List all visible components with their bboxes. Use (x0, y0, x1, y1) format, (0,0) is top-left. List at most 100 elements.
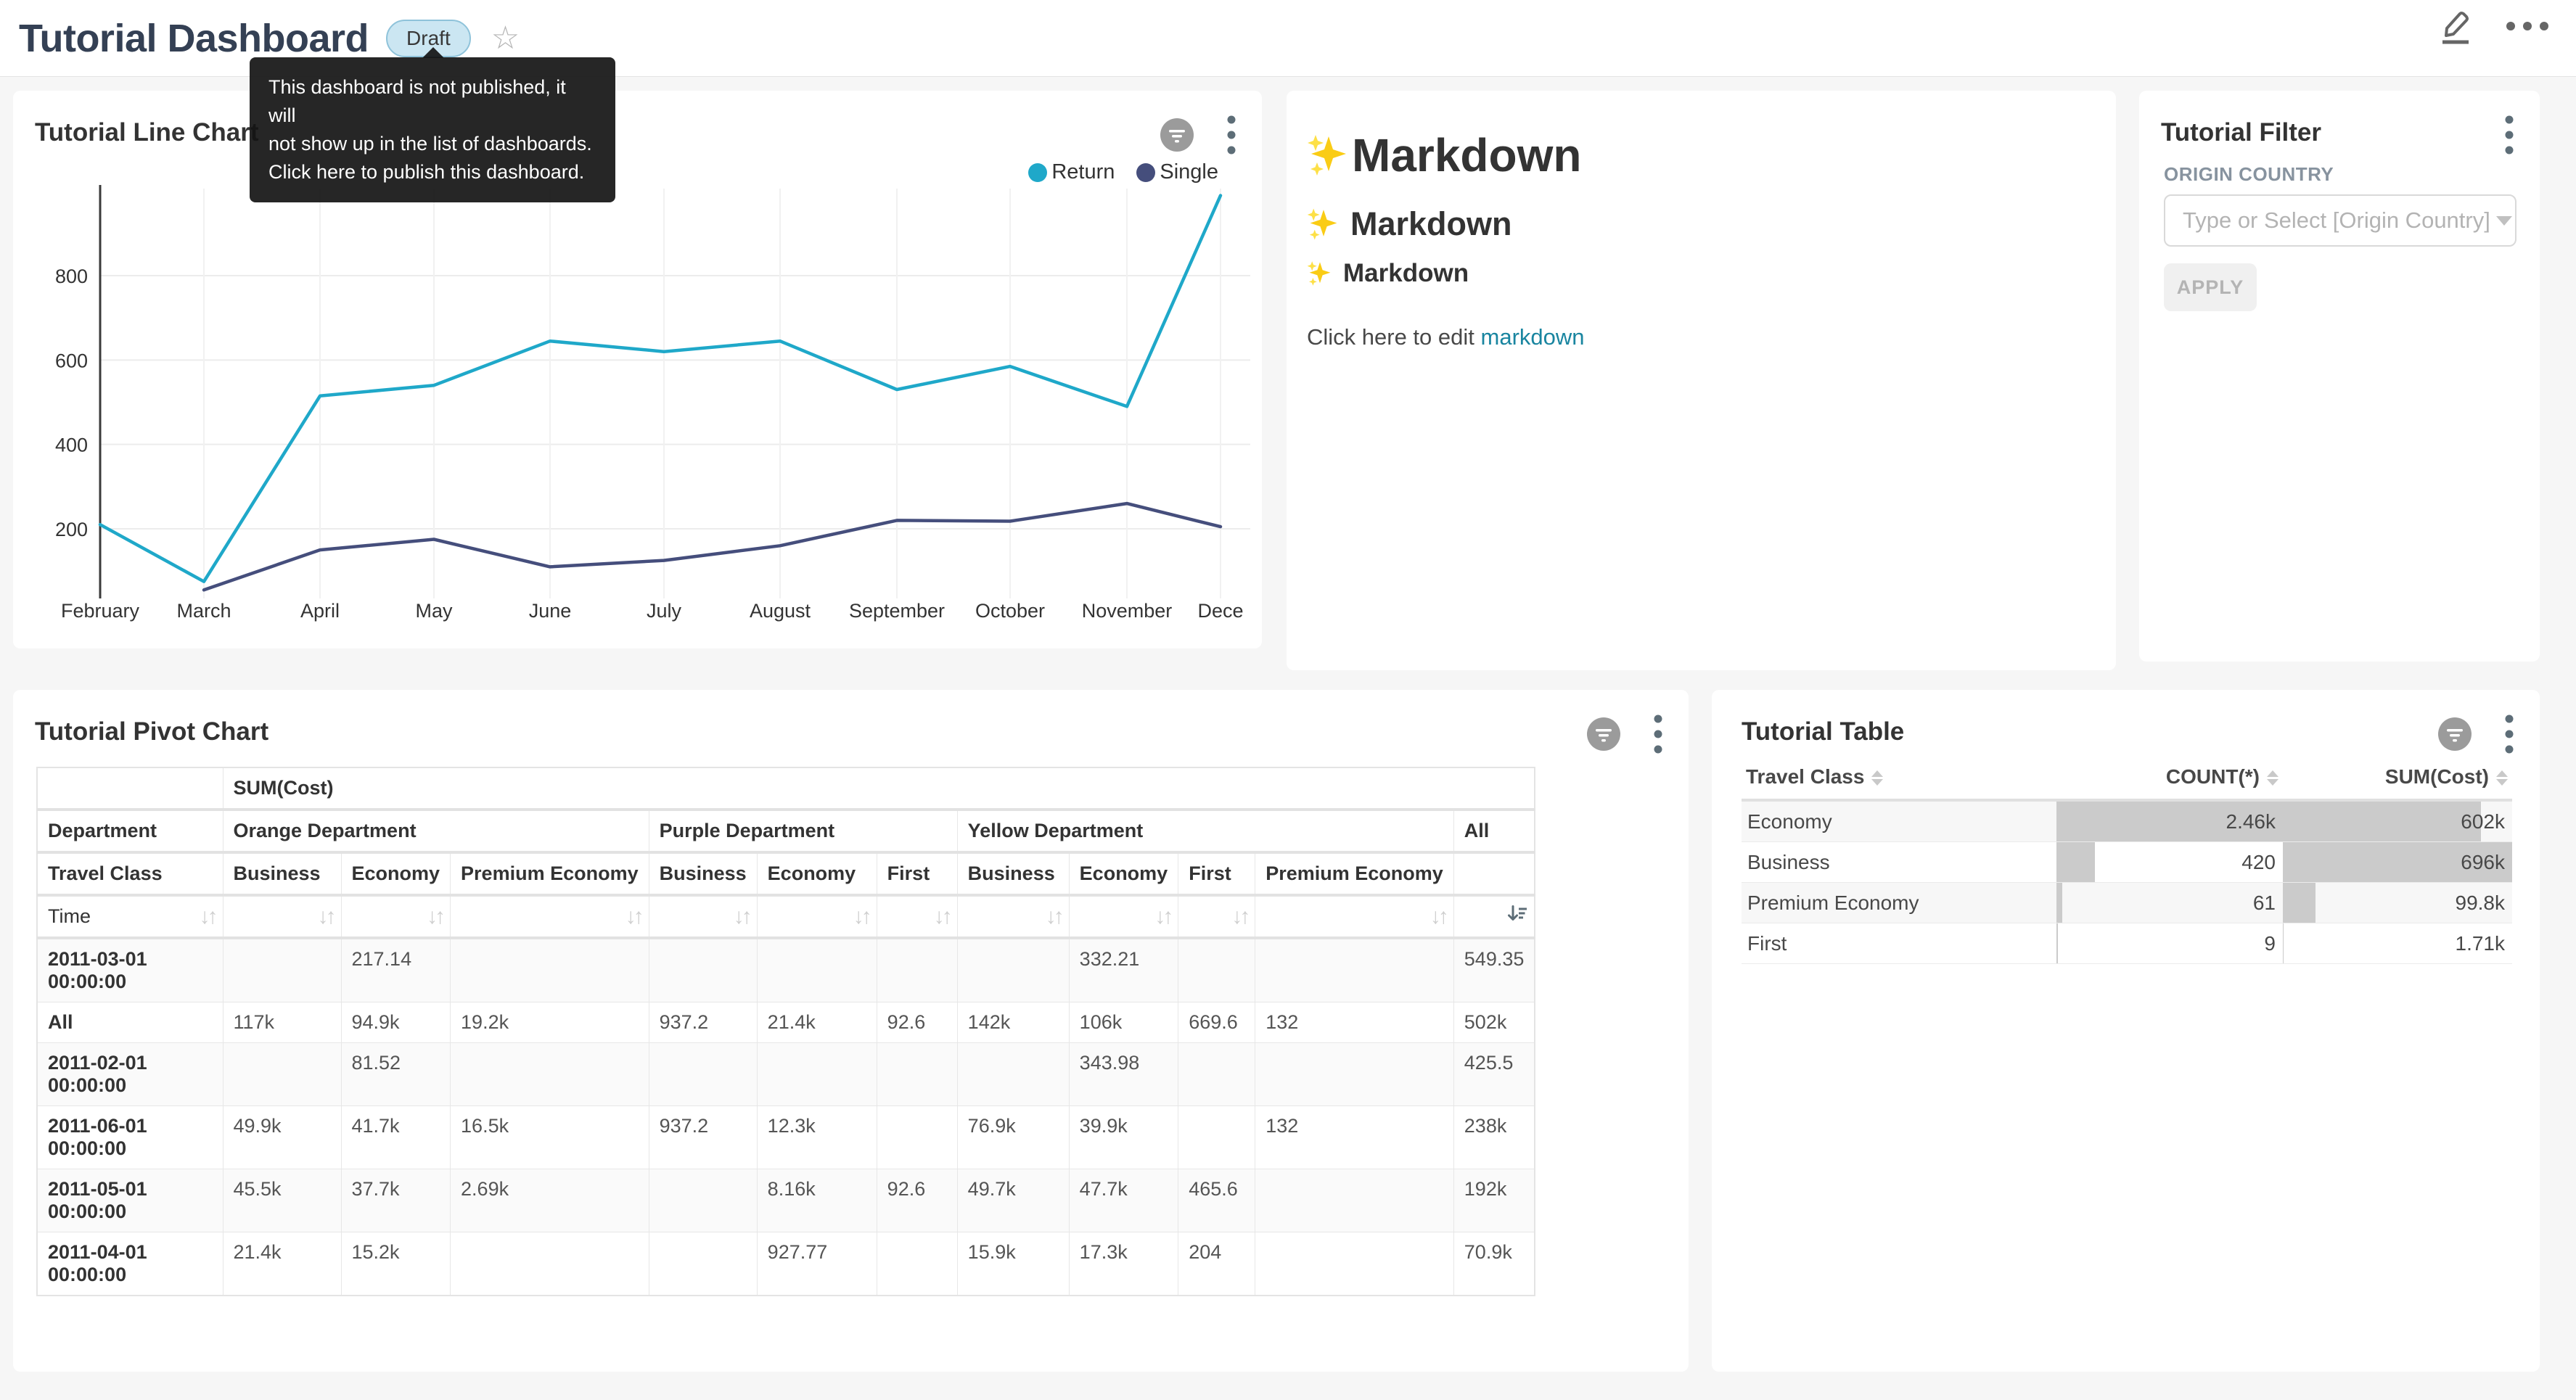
travel-class-cell: Economy (1742, 800, 2056, 842)
sort-active-icon[interactable] (1506, 903, 1528, 930)
pivot-cell: 47.7k (1069, 1169, 1178, 1232)
favorite-star-icon[interactable]: ☆ (491, 22, 520, 54)
sort-toggle-icon[interactable]: ↓↑ (1046, 905, 1062, 929)
pivot-cell: 117k (223, 1002, 341, 1043)
sort-toggle-icon[interactable]: ↓↑ (427, 905, 443, 929)
pivot-cell (649, 1169, 757, 1232)
pivot-cell: 45.5k (223, 1169, 341, 1232)
svg-text:July: July (647, 600, 682, 622)
sort-toggle-icon[interactable]: ↓↑ (1154, 905, 1170, 929)
pivot-group-header: Orange Department (223, 810, 649, 852)
pivot-cell (757, 938, 877, 1002)
origin-country-select[interactable]: Type or Select [Origin Country] (2164, 194, 2516, 247)
pivot-cell: 106k (1069, 1002, 1178, 1043)
pivot-cell: 49.7k (957, 1169, 1069, 1232)
pivot-class-header: First (877, 852, 957, 895)
pivot-class-header: Premium Economy (1255, 852, 1454, 895)
line-chart[interactable]: 200400600800FebruaryMarchAprilMayJuneJul… (13, 91, 1262, 648)
pivot-cell (877, 1106, 957, 1169)
kebab-menu-icon[interactable] (2505, 115, 2514, 155)
sort-toggle-icon[interactable]: ↓↑ (318, 905, 334, 929)
pivot-row-dim-label: Department (37, 810, 223, 852)
pivot-time-header: Time↓↑ (37, 895, 223, 938)
pivot-row: 2011-04-0100:00:00 21.4k15.2k927.7715.9k… (37, 1232, 1535, 1296)
col-header-travel-class[interactable]: Travel Class (1742, 755, 2056, 800)
pivot-cell (1255, 1043, 1454, 1106)
markdown-h3: Markdown (1307, 259, 1469, 288)
pivot-class-header: First (1178, 852, 1255, 895)
pivot-sort-cell: ↓↑ (757, 895, 877, 938)
kebab-menu-icon[interactable] (1654, 715, 1662, 754)
pivot-cell: 937.2 (649, 1002, 757, 1043)
sort-toggle-icon[interactable]: ↓↑ (625, 905, 641, 929)
travel-class-cell: Business (1742, 842, 2056, 883)
pivot-row-label: 2011-05-0100:00:00 (37, 1169, 223, 1232)
filter-indicator-icon[interactable] (2438, 717, 2472, 751)
sort-toggle-icon[interactable]: ↓↑ (1430, 905, 1446, 929)
table-row[interactable]: Business 420 696k (1742, 842, 2512, 883)
sum-cost-cell: 1.71k (2283, 923, 2512, 964)
sort-toggle-icon[interactable]: ↓↑ (200, 905, 216, 929)
pivot-cell (223, 938, 341, 1002)
pivot-cell (451, 938, 649, 1002)
sparkles-icon (1307, 207, 1340, 241)
svg-text:May: May (415, 600, 453, 622)
pivot-cell: 2.69k (451, 1169, 649, 1232)
markdown-edit-link[interactable]: markdown (1481, 324, 1585, 350)
panel-tutorial-table: Tutorial Table Travel Class COUNT(*) SUM… (1712, 690, 2540, 1372)
pivot-cell (1178, 1106, 1255, 1169)
table-row[interactable]: First 9 1.71k (1742, 923, 2512, 964)
col-header-count[interactable]: COUNT(*) (2056, 755, 2283, 800)
pivot-row: 2011-03-0100:00:00 217.14332.21549.35 (37, 938, 1535, 1002)
chevron-down-icon (2496, 216, 2512, 226)
pivot-class-header: Economy (757, 852, 877, 895)
pivot-cell: 49.9k (223, 1106, 341, 1169)
pivot-class-header (1453, 852, 1535, 895)
pivot-measure-header: SUM(Cost) (223, 767, 1535, 810)
pivot-sort-cell: ↓↑ (1255, 895, 1454, 938)
pivot-cell: 92.6 (877, 1169, 957, 1232)
pivot-cell: 94.9k (341, 1002, 451, 1043)
edit-dashboard-icon[interactable] (2437, 7, 2473, 46)
pivot-sort-cell: ↓↑ (341, 895, 451, 938)
table-row[interactable]: Economy 2.46k 602k (1742, 800, 2512, 842)
sum-cost-cell: 602k (2283, 800, 2512, 842)
pivot-cell: 132 (1255, 1106, 1454, 1169)
pivot-cell (451, 1232, 649, 1296)
pivot-cell: 21.4k (223, 1232, 341, 1296)
sort-toggle-icon[interactable]: ↓↑ (853, 905, 869, 929)
pivot-row-label: 2011-03-0100:00:00 (37, 938, 223, 1002)
pivot-cell (1178, 1043, 1255, 1106)
pivot-cell: 937.2 (649, 1106, 757, 1169)
pivot-group-header: All (1453, 810, 1535, 852)
apply-button[interactable]: APPLY (2164, 263, 2257, 311)
pivot-cell: 37.7k (341, 1169, 451, 1232)
pivot-chart-title: Tutorial Pivot Chart (35, 717, 268, 746)
more-menu-icon[interactable] (2505, 20, 2550, 32)
kebab-menu-icon[interactable] (2505, 715, 2514, 754)
pivot-cell: 8.16k (757, 1169, 877, 1232)
pivot-cell: 549.35 (1453, 938, 1535, 1002)
svg-text:800: 800 (55, 265, 88, 287)
pivot-cell: 12.3k (757, 1106, 877, 1169)
pivot-cell (877, 1232, 957, 1296)
pivot-sort-cell: ↓↑ (223, 895, 341, 938)
pivot-cell (1255, 1232, 1454, 1296)
filter-indicator-icon[interactable] (1587, 717, 1620, 751)
pivot-cell: 70.9k (1453, 1232, 1535, 1296)
pivot-class-header: Business (223, 852, 341, 895)
filter-panel-title: Tutorial Filter (2161, 118, 2321, 147)
pivot-cell: 425.5 (1453, 1043, 1535, 1106)
col-header-sum-cost[interactable]: SUM(Cost) (2283, 755, 2512, 800)
sort-toggle-icon[interactable]: ↓↑ (934, 905, 950, 929)
svg-text:Dece: Dece (1197, 600, 1243, 622)
sort-toggle-icon[interactable]: ↓↑ (1231, 905, 1247, 929)
sort-toggle-icon[interactable]: ↓↑ (734, 905, 750, 929)
pivot-row: All 117k94.9k19.2k937.221.4k92.6142k106k… (37, 1002, 1535, 1043)
sum-cost-cell: 696k (2283, 842, 2512, 883)
pivot-cell: 502k (1453, 1002, 1535, 1043)
table-row[interactable]: Premium Economy 61 99.8k (1742, 883, 2512, 923)
count-cell: 420 (2056, 842, 2283, 883)
sort-carets-icon (2496, 770, 2508, 786)
pivot-row-label: 2011-04-0100:00:00 (37, 1232, 223, 1296)
